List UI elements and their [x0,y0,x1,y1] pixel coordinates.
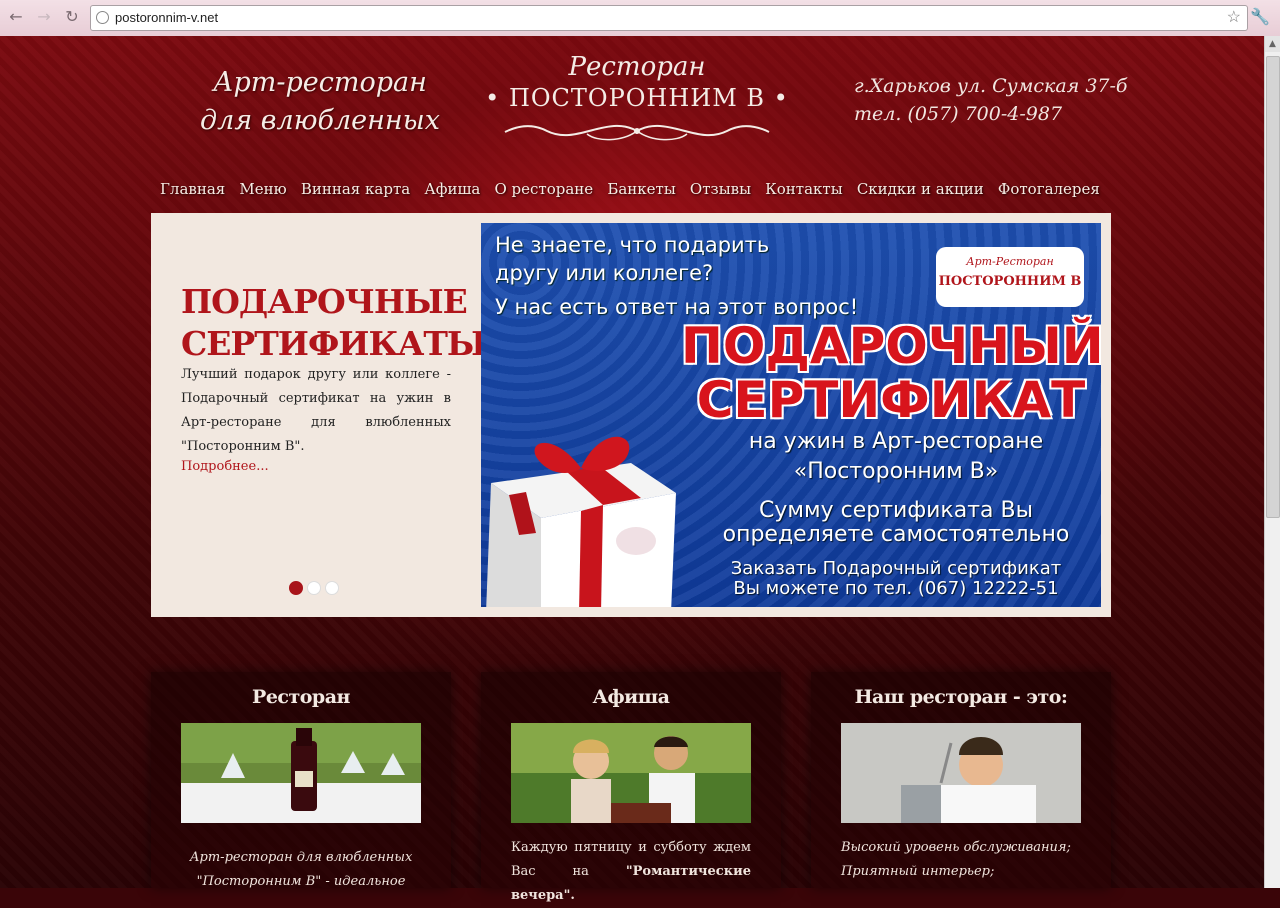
banner-question: Не знаете, что подарить другу или коллег… [495,231,769,287]
menu-item-events[interactable]: Афиша [424,180,480,204]
slide-description: Лучший подарок другу или коллеге - Подар… [181,367,451,454]
slider-dot[interactable] [307,581,321,595]
card-events: Афиша Каждую пятницу и субботу ждем Вас … [481,672,781,903]
reload-icon[interactable]: ↻ [62,7,82,27]
logo-small-text: Ресторан [568,52,706,82]
card-about: Наш ресторан - это: Высокий уровень обсл… [811,672,1111,888]
banner-sub-line1: на ужин в Арт-ресторане [748,429,1044,454]
menu-item-reviews[interactable]: Отзывы [690,180,751,204]
contact-info: г.Харьков ул. Сумская 37-б тел. (057) 70… [854,72,1134,128]
back-arrow-icon[interactable]: ← [6,7,26,27]
card-about-line1: Высокий уровень обслуживания; [841,840,1071,855]
phone-text: тел. (057) 700-4-987 [854,103,1063,125]
wrench-icon[interactable]: 🔧 [1250,7,1270,27]
card-events-photo[interactable] [511,723,751,823]
card-restaurant: Ресторан Арт-ресторан для влюбленных "По… [151,672,451,889]
banner-sum-line1: Сумму сертификата Вы [759,498,1033,523]
main-menu: Главная Меню Винная карта Афиша О рестор… [160,180,1100,204]
slide-title-line1: ПОДАРОЧНЫЕ [181,282,468,321]
browser-toolbar: ← → ↻ postoronnim-v.net ☆ 🔧 [0,0,1280,37]
card-events-title: Афиша [592,686,670,708]
banner-order-line1: Заказать Подарочный сертификат [730,558,1062,579]
tagline-line1: Арт-ресторан [213,67,427,98]
slider-pagination [289,581,339,595]
table-setting-image [181,723,421,823]
menu-item-discounts[interactable]: Скидки и акции [857,180,984,204]
card-restaurant-photo[interactable] [181,723,421,823]
card-restaurant-text: Арт-ресторан для влюбленных "Посторонним… [189,850,413,889]
gift-certificate-banner[interactable]: Не знаете, что подарить другу или коллег… [481,223,1101,607]
card-events-text: Каждую пятницу и субботу ждем Вас на "Ро… [511,836,751,908]
banner-subheadline: на ужин в Арт-ресторане «Посторонним В» [711,427,1081,487]
banner-order-note: Заказать Подарочный сертификат Вы можете… [711,559,1081,599]
logo-ornament-icon [504,125,770,141]
promo-slider: ПОДАРОЧНЫЕ СЕРТИФИКАТЫ Лучший подарок др… [151,213,1111,617]
globe-icon [96,11,109,24]
card-about-line2: Приятный интерьер; [841,864,995,879]
menu-item-about[interactable]: О ресторане [494,180,593,204]
banner-headline-line1: ПОДАРОЧНЫЙ [681,317,1101,375]
menu-item-contacts[interactable]: Контакты [765,180,843,204]
url-text: postoronnim-v.net [115,10,219,25]
tagline-line2: для влюбленных [200,105,440,136]
logo-name: • ПОСТОРОННИМ В • [485,84,789,112]
couple-image [511,723,751,823]
menu-item-home[interactable]: Главная [160,180,225,204]
slider-dot[interactable] [289,581,303,595]
address-bar[interactable]: postoronnim-v.net ☆ [90,5,1248,31]
menu-item-banquets[interactable]: Банкеты [607,180,675,204]
banner-logo-line2: ПОСТОРОННИМ В [938,274,1082,289]
chef-image [841,723,1081,823]
bookmark-star-icon[interactable]: ☆ [1227,6,1241,30]
banner-answer: У нас есть ответ на этот вопрос! [495,295,859,319]
site-tagline: Арт-ресторан для влюбленных [190,64,450,140]
banner-headline-line2: СЕРТИФИКАТ [696,371,1086,429]
banner-sum-note: Сумму сертификата Вы определяете самосто… [701,499,1091,547]
slider-dot[interactable] [325,581,339,595]
banner-question-line1: Не знаете, что подарить [495,233,770,257]
banner-sum-line2: определяете самостоятельно [722,522,1070,547]
slide-more-link[interactable]: Подробнее... [181,459,269,474]
forward-arrow-icon[interactable]: → [34,7,54,27]
banner-logo: Арт-Ресторан ПОСТОРОННИМ В [936,247,1084,307]
banner-question-line2: другу или коллеге? [495,261,714,285]
banner-logo-line1: Арт-Ресторан [966,255,1054,268]
card-about-photo[interactable] [841,723,1081,823]
menu-item-gallery[interactable]: Фотогалерея [998,180,1100,204]
card-about-title: Наш ресторан - это: [854,686,1068,708]
scroll-up-arrow-icon[interactable]: ▲ [1265,36,1280,52]
banner-headline: ПОДАРОЧНЫЙ СЕРТИФИКАТ [681,319,1101,427]
menu-item-menu[interactable]: Меню [239,180,286,204]
banner-order-line2: Вы можете по тел. (067) 12222-51 [733,578,1059,599]
slide-title: ПОДАРОЧНЫЕ СЕРТИФИКАТЫ [181,281,487,365]
card-restaurant-title: Ресторан [252,686,350,708]
banner-sub-line2: «Посторонним В» [793,459,999,484]
card-about-list: Высокий уровень обслуживания; Приятный и… [841,836,1081,884]
slide-title-line2: СЕРТИФИКАТЫ [181,324,487,363]
site-logo[interactable]: Ресторан • ПОСТОРОННИМ В • [482,52,792,162]
menu-item-wine-list[interactable]: Винная карта [301,180,410,204]
scrollbar-thumb[interactable] [1266,56,1280,518]
address-text: г.Харьков ул. Сумская 37-б [854,75,1128,97]
gift-box-icon [486,436,676,607]
